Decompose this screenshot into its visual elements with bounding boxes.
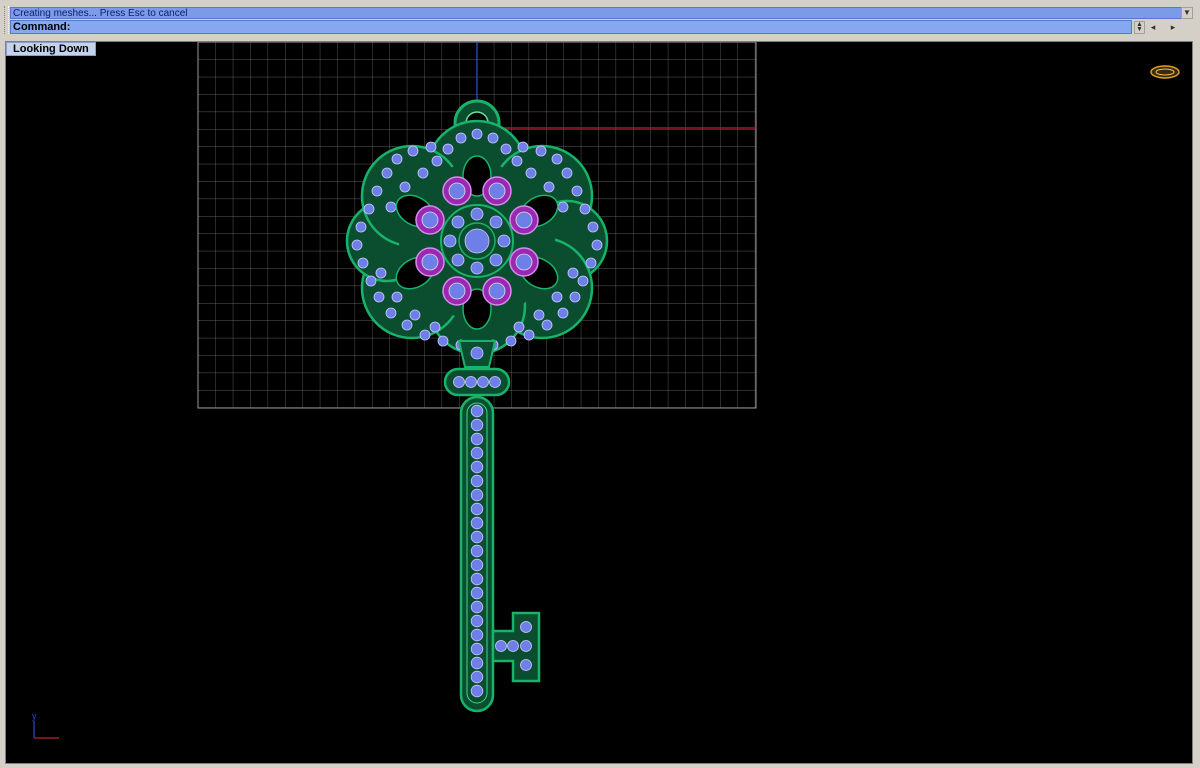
shaft-gem [470,544,484,558]
shaft-gem [470,446,484,460]
shaft-gem [470,670,484,684]
shaft-gem [470,628,484,642]
history-message: Creating meshes... Press Esc to cancel [13,8,188,19]
command-history: Creating meshes... Press Esc to cancel [10,7,1182,19]
shaft-gem [470,642,484,656]
center-gems [443,207,511,275]
shaft-gem [470,684,484,698]
shaft-gem [470,530,484,544]
shaft-gem [470,516,484,530]
shaft-gem [470,474,484,488]
axis-indicator: y [32,711,59,739]
shaft-gem [470,614,484,628]
shaft-gem [470,558,484,572]
shaft-gem [470,572,484,586]
shaft-gem [470,432,484,446]
shaft-gem [470,488,484,502]
shaft-gem [470,460,484,474]
arrow-right-icon[interactable]: ▸ [1163,21,1183,34]
arrow-left-icon[interactable]: ◂ [1143,21,1163,34]
shaft-gem [470,586,484,600]
viewport-navigator-icon[interactable] [1150,65,1180,79]
scroll-down-icon[interactable]: ▼ [1181,7,1193,19]
shaft-gem [470,502,484,516]
command-line[interactable]: Command: [10,20,1132,34]
shaft-gem [470,418,484,432]
shaft-gem [470,404,484,418]
command-prompt: Command: [13,21,71,33]
command-area: Creating meshes... Press Esc to cancel ▼… [0,0,1200,40]
shaft-gems [470,404,484,698]
toolbar-grip[interactable] [4,6,9,34]
top-viewport[interactable]: Looking Down y [5,41,1193,764]
shaft-gem [470,656,484,670]
viewport-scene[interactable]: y [6,42,1193,764]
command-input[interactable] [85,21,1125,33]
axis-y-label: y [32,711,37,721]
shaft-gem [470,600,484,614]
status-strip [0,764,1200,768]
